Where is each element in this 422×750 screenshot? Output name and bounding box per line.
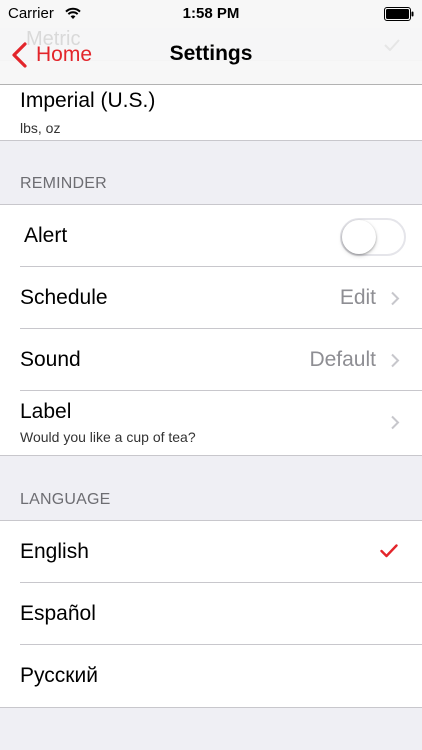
chevron-right-icon	[391, 415, 400, 430]
language-item-english[interactable]: English	[20, 521, 422, 583]
alert-row: Alert	[20, 205, 422, 267]
status-bar: Carrier 1:58 PM	[0, 0, 422, 28]
language-item-label: English	[20, 540, 89, 563]
page-title: Settings	[169, 42, 253, 65]
label-row-subtitle: Would you like a cup of tea?	[20, 429, 196, 445]
schedule-label: Schedule	[20, 286, 108, 309]
chevron-right-icon	[391, 291, 400, 306]
chevron-right-icon	[391, 353, 400, 368]
language-section-header: LANGUAGE	[20, 491, 111, 508]
checkmark-icon	[380, 544, 398, 558]
reminder-group: Alert Schedule Edit Sound Default Label …	[0, 204, 422, 456]
sound-row[interactable]: Sound Default	[20, 329, 422, 391]
language-group: English Español Русский	[0, 520, 422, 708]
units-option-title: Imperial (U.S.)	[20, 89, 156, 112]
battery-icon	[384, 7, 414, 26]
language-item-russian[interactable]: Русский	[20, 645, 422, 707]
sound-value: Default	[309, 348, 376, 371]
label-row-title: Label	[20, 400, 72, 423]
language-item-label: Español	[20, 602, 96, 625]
reminder-section-header: REMINDER	[20, 175, 107, 192]
sound-label: Sound	[20, 348, 81, 371]
toggle-knob	[342, 220, 376, 254]
alert-label: Alert	[24, 224, 68, 247]
label-row[interactable]: Label Would you like a cup of tea?	[20, 391, 422, 455]
alert-toggle[interactable]	[340, 218, 406, 256]
schedule-value: Edit	[339, 286, 376, 309]
language-item-label: Русский	[20, 664, 98, 687]
navigation-bar: Metric Home Settings	[0, 28, 422, 85]
units-option-subtitle: lbs, oz	[20, 120, 61, 136]
status-time: 1:58 PM	[182, 5, 240, 22]
language-item-espanol[interactable]: Español	[20, 583, 422, 645]
schedule-row[interactable]: Schedule Edit	[20, 267, 422, 329]
